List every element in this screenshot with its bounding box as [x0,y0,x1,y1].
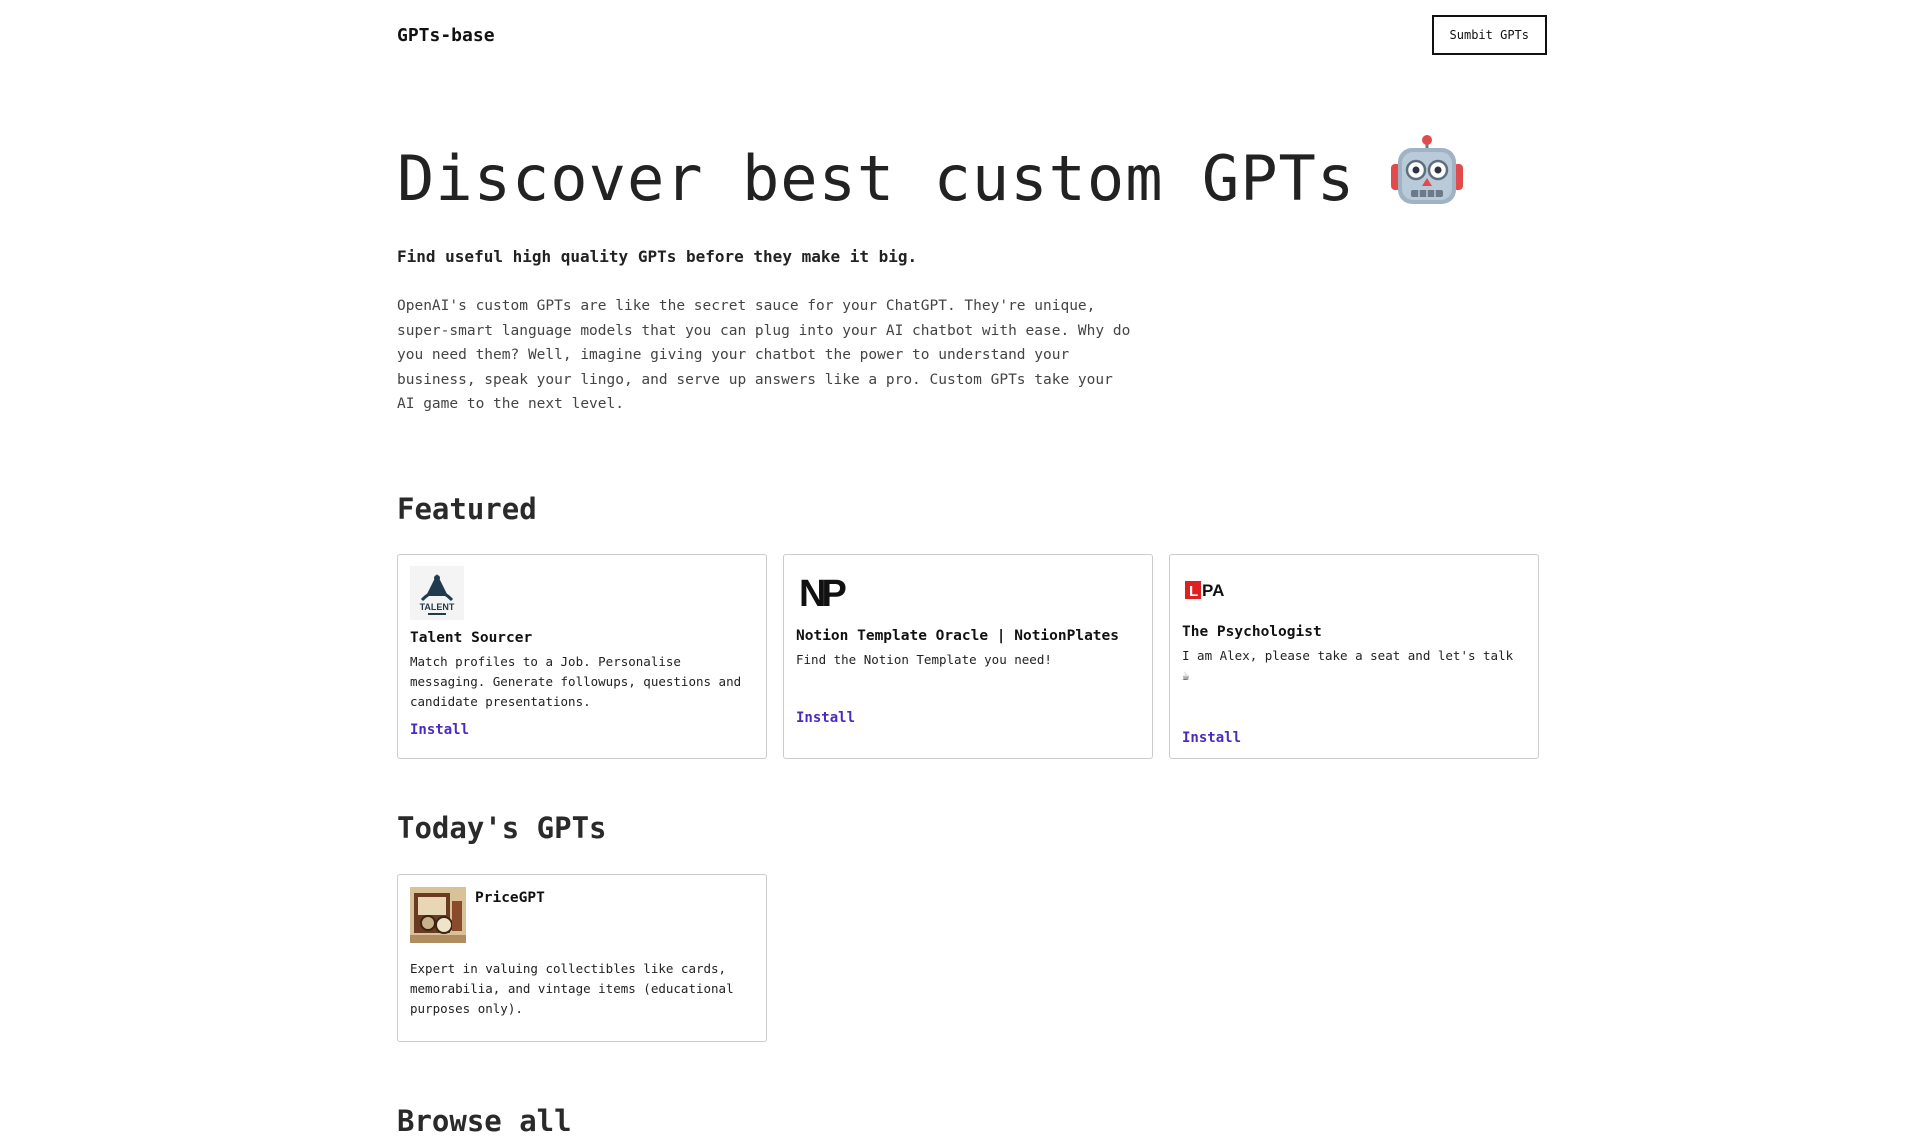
install-link[interactable]: Install [410,722,469,738]
lpa-logo-text: PA [1202,581,1224,600]
hero-title-row: Discover best custom GPTs [397,134,1547,223]
card-title: PriceGPT [475,889,545,906]
browse-all-section-title: Browse all [397,1103,572,1138]
svg-text:L: L [1189,583,1198,600]
card-description: Find the Notion Template you need! [796,651,1052,667]
card-description: Match profiles to a Job. Personalise mes… [410,653,742,709]
talent-sourcer-logo-text: TALENT [420,602,455,612]
featured-cards: TALENT Talent Sourcer Match profiles to … [397,553,1547,759]
lpa-logo: L PA [1182,566,1526,618]
pricegpt-logo [410,886,466,947]
notionplates-logo-text: NP [799,573,846,615]
submit-gpts-button[interactable]: Sumbit GPTs [1431,15,1547,55]
talent-sourcer-logo: TALENT [410,565,754,624]
hero-subtitle: Find useful high quality GPTs before the… [397,247,918,266]
brand-logo-text[interactable]: GPTs-base [397,25,495,46]
today-card-header: PriceGPT [410,886,754,947]
hero-intro-paragraph: OpenAI's custom GPTs are like the secret… [397,298,1131,412]
todays-gpts-section-title: Today's GPTs [397,810,607,845]
page-title: Discover best custom GPTs [397,142,1356,215]
today-card-pricegpt[interactable]: PriceGPT Expert in valuing collectibles … [397,873,767,1042]
install-link[interactable]: Install [796,710,855,726]
robot-icon [1389,134,1465,223]
featured-card-talent-sourcer[interactable]: TALENT Talent Sourcer Match profiles to … [397,553,767,759]
card-description: Expert in valuing collectibles like card… [410,960,734,1016]
notionplates-logo: NP [796,566,1140,622]
card-title: Talent Sourcer [410,629,533,646]
page-container: GPTs-base Sumbit GPTs Discover best cust… [397,0,1547,1138]
card-title: Notion Template Oracle | NotionPlates [796,627,1120,644]
card-title: The Psychologist [1182,623,1322,640]
hero-section: Discover best custom GPTs Find useful hi… [397,134,1547,417]
site-header: GPTs-base Sumbit GPTs [397,0,1547,70]
featured-section-title: Featured [397,491,537,526]
featured-card-the-psychologist[interactable]: L PA The Psychologist I am Alex, please … [1169,553,1539,759]
featured-card-notion-template-oracle[interactable]: NP Notion Template Oracle | NotionPlates… [783,553,1153,759]
card-description: I am Alex, please take a seat and let's … [1182,647,1514,683]
install-link[interactable]: Install [1182,730,1241,746]
